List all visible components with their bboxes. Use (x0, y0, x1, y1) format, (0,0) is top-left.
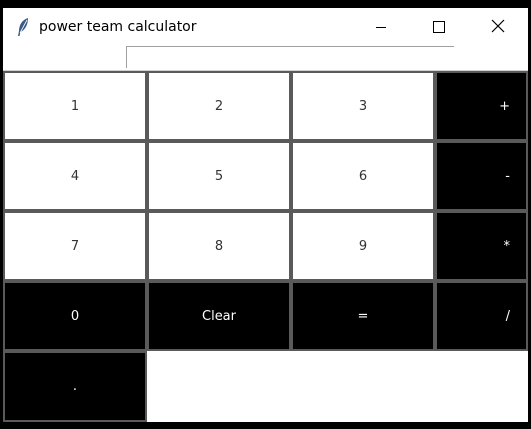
feather-icon (16, 17, 30, 37)
calculator-window: power team calculator 1 2 3 + 4 5 6 - 7 … (3, 8, 528, 422)
window-title: power team calculator (39, 19, 197, 35)
key-4[interactable]: 4 (3, 141, 147, 211)
key-5[interactable]: 5 (147, 141, 291, 211)
display-entry[interactable] (126, 46, 454, 68)
key-3[interactable]: 3 (291, 71, 435, 141)
equals-button[interactable]: = (291, 281, 435, 351)
key-7[interactable]: 7 (3, 211, 147, 281)
minimize-icon (375, 18, 387, 37)
maximize-icon (433, 18, 445, 37)
clear-button[interactable]: Clear (147, 281, 291, 351)
key-0[interactable]: 0 (3, 281, 147, 351)
key-6[interactable]: 6 (291, 141, 435, 211)
key-8[interactable]: 8 (147, 211, 291, 281)
title-bar[interactable]: power team calculator (3, 8, 528, 46)
close-button[interactable] (469, 8, 527, 46)
key-1[interactable]: 1 (3, 71, 147, 141)
key-divide[interactable]: / (435, 281, 528, 351)
close-icon (491, 18, 505, 37)
key-multiply[interactable]: * (435, 211, 528, 281)
minimize-button[interactable] (352, 8, 410, 46)
key-9[interactable]: 9 (291, 211, 435, 281)
maximize-button[interactable] (410, 8, 468, 46)
key-minus[interactable]: - (435, 141, 528, 211)
key-decimal[interactable]: . (3, 351, 147, 422)
key-2[interactable]: 2 (147, 71, 291, 141)
key-plus[interactable]: + (435, 71, 528, 141)
